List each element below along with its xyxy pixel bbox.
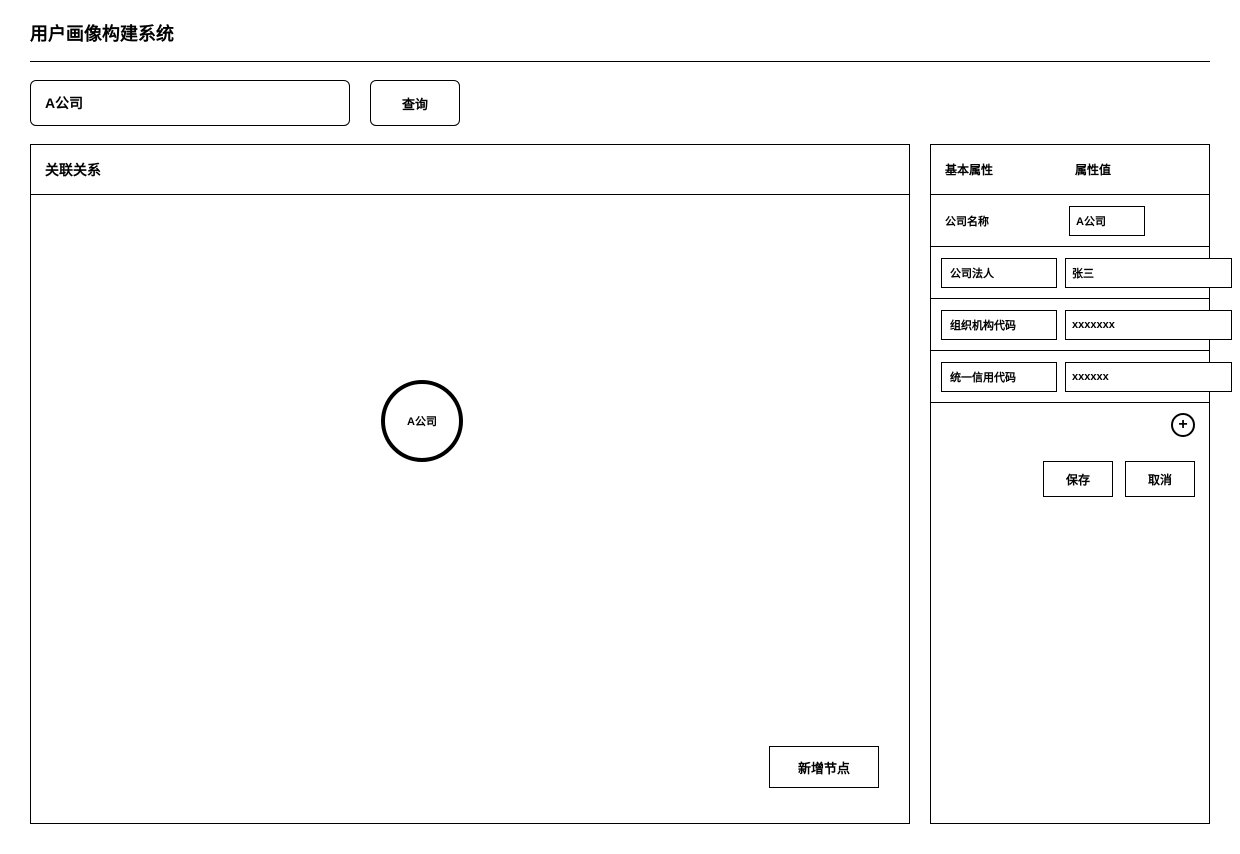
graph-panel-header: 关联关系 — [31, 145, 909, 195]
add-attribute-icon[interactable]: + — [1171, 413, 1195, 437]
save-button[interactable]: 保存 — [1043, 461, 1113, 497]
attr-row-org-code: 组织机构代码 ✕ — [931, 299, 1209, 351]
attr-value-input[interactable] — [1065, 310, 1232, 340]
relation-graph-panel: 关联关系 A公司 新增节点 — [30, 144, 910, 824]
attr-header-label: 基本属性 — [931, 161, 1071, 178]
attr-value-input[interactable] — [1065, 258, 1232, 288]
attr-value: A公司 — [1069, 206, 1145, 236]
attribute-panel: 基本属性 属性值 公司名称 A公司 公司法人 ✕ 组织机构代码 ✕ 统一信用代码… — [930, 144, 1210, 824]
attribute-header: 基本属性 属性值 — [931, 145, 1209, 195]
attr-row-credit-code: 统一信用代码 ✕ — [931, 351, 1209, 403]
attr-row-legal-person: 公司法人 ✕ — [931, 247, 1209, 299]
action-row: 保存 取消 — [931, 441, 1209, 497]
attr-label-input[interactable]: 统一信用代码 — [941, 362, 1057, 392]
add-attribute-row: + — [931, 403, 1209, 441]
query-button[interactable]: 查询 — [370, 80, 460, 126]
main-content: 关联关系 A公司 新增节点 基本属性 属性值 公司名称 A公司 公司法人 ✕ 组… — [30, 144, 1210, 824]
attr-header-value: 属性值 — [1071, 161, 1209, 178]
attr-row-company-name: 公司名称 A公司 — [931, 195, 1209, 247]
graph-canvas[interactable]: A公司 新增节点 — [31, 195, 909, 823]
add-node-button[interactable]: 新增节点 — [769, 746, 879, 788]
attr-label-input[interactable]: 公司法人 — [941, 258, 1057, 288]
page-title: 用户画像构建系统 — [30, 20, 1210, 62]
cancel-button[interactable]: 取消 — [1125, 461, 1195, 497]
company-node[interactable]: A公司 — [381, 380, 463, 462]
attr-label: 公司名称 — [941, 213, 1061, 229]
company-search-input[interactable] — [30, 80, 350, 126]
search-bar: 查询 — [30, 80, 1210, 126]
attr-label-input[interactable]: 组织机构代码 — [941, 310, 1057, 340]
attr-value-input[interactable] — [1065, 362, 1232, 392]
